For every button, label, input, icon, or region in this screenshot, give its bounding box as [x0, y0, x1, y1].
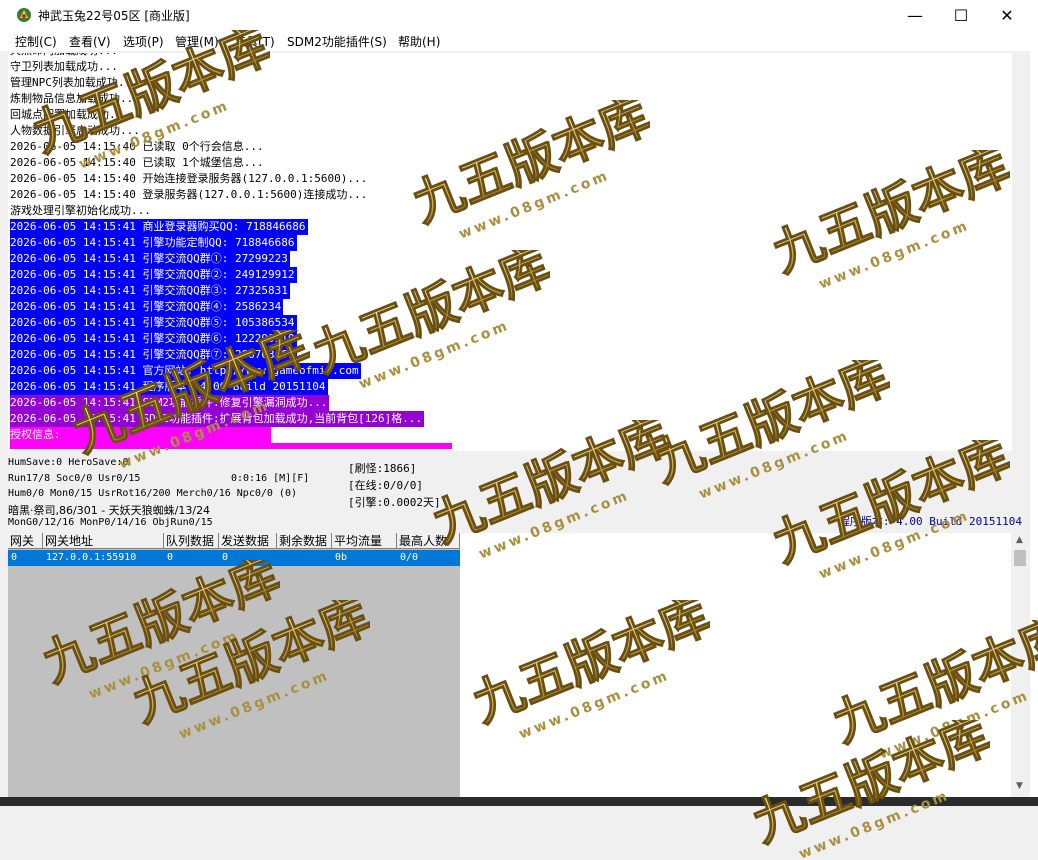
status-save: HumSave:0 HeroSave:0 — [8, 457, 129, 468]
table-scroll-down-icon[interactable]: ▼ — [1011, 781, 1028, 791]
log-line: 2026-06-05 14:15:41 SDM2功能插件:修复引擎漏洞成功... — [10, 395, 330, 411]
title-bar[interactable]: 神武玉兔22号05区 [商业版] — ☐ ✕ — [0, 0, 1030, 31]
log-panel[interactable]: 天然命内加载成功...守卫列表加载成功...管理NPC列表加载成功...炼制物品… — [8, 53, 1012, 451]
cell-max-users: 0/0 — [397, 550, 460, 566]
log-line: 2026-06-05 14:15:41 引擎交流QQ群③: 27325831 — [10, 283, 290, 299]
minimize-button[interactable]: — — [892, 0, 938, 31]
menu-options[interactable]: 选项(P) — [123, 33, 164, 50]
gate-grid — [8, 533, 459, 797]
header-send-data[interactable]: 发送数据 — [219, 533, 277, 549]
table-scrollbar[interactable]: ▲ ▼ — [1011, 533, 1028, 797]
log-line — [10, 443, 452, 449]
status-mon: MonG0/12/16 MonP0/14/16 ObjRun0/15 — [8, 517, 213, 528]
menu-help[interactable]: 帮助(H) — [398, 33, 440, 50]
header-avg-traffic[interactable]: 平均流量 — [332, 533, 397, 549]
log-line: 2026-06-05 14:15:40 已读取 0个行会信息... — [10, 140, 264, 153]
status-monster: 暗黑·祭司,86/301 - 天妖天狼蜘蛛/13/24 — [8, 504, 211, 517]
log-line: 2026-06-05 14:15:40 开始连接登录服务器(127.0.0.1:… — [10, 172, 368, 185]
status-panel: HumSave:0 HeroSave:0 Run17/8 Soc0/0 Usr0… — [8, 454, 1028, 531]
taskbar-edge — [0, 797, 1038, 806]
menu-view[interactable]: 查看(V) — [69, 33, 111, 50]
status-counts: Hum0/0 Mon0/15 UsrRot16/200 Merch0/16 Np… — [8, 488, 297, 499]
table-scroll-thumb[interactable] — [1014, 550, 1026, 566]
program-version: 程序版本: 4.00 Build 20151104 — [838, 515, 1022, 528]
maximize-button[interactable]: ☐ — [938, 0, 984, 31]
log-line: 2026-06-05 14:15:41 引擎交流QQ群②: 249129912 — [10, 267, 297, 283]
log-line: 2026-06-05 14:15:41 官方网站: http://www.gam… — [10, 363, 361, 379]
menu-bar: 控制(C) 查看(V) 选项(P) 管理(M) 工具(T) SDM2功能插件(S… — [0, 31, 1030, 51]
log-line: 2026-06-05 14:15:41 SDM2功能插件:扩展背包加载成功,当前… — [10, 411, 425, 427]
header-queue-data[interactable]: 队列数据 — [164, 533, 219, 549]
online-count: [在线:0/0/0] — [348, 479, 423, 492]
menu-control[interactable]: 控制(C) — [15, 33, 57, 50]
log-line: 人物数据引擎启动成功... — [10, 124, 140, 137]
log-line: 授权信息: — [10, 427, 271, 443]
header-max-users[interactable]: 最高人数 — [397, 533, 460, 549]
log-line: 2026-06-05 14:15:41 程序版本: 4.00 Build 201… — [10, 379, 328, 395]
menu-sdm2-plugin[interactable]: SDM2功能插件(S) — [287, 33, 387, 50]
app-logo-icon — [17, 8, 31, 22]
window-title: 神武玉兔22号05区 [商业版] — [38, 9, 190, 23]
background-window-edge — [1030, 0, 1038, 806]
log-line: 2026-06-05 14:15:40 已读取 1个城堡信息... — [10, 156, 264, 169]
cell-gate: 0 — [8, 550, 43, 566]
log-line: 回城点配置加载成功... — [10, 108, 129, 121]
table-scroll-up-icon[interactable]: ▲ — [1011, 535, 1028, 545]
log-line: 2026-06-05 14:15:41 引擎交流QQ群⑤: 105386534 — [10, 315, 297, 331]
menu-manage[interactable]: 管理(M) — [175, 33, 219, 50]
cell-send-data: 0 — [219, 550, 277, 566]
refresh-count: [刷怪:1866] — [348, 462, 417, 475]
status-run: Run17/8 Soc0/0 Usr0/15 — [8, 473, 141, 484]
header-gate-address[interactable]: 网关地址 — [43, 533, 164, 549]
log-line: 2026-06-05 14:15:41 引擎交流QQ群④: 2586234 — [10, 299, 284, 315]
log-line: 游戏处理引擎初始化成功... — [10, 204, 151, 217]
log-line: 2026-06-05 14:15:41 引擎功能定制QQ: 718846686 — [10, 235, 297, 251]
menu-tools[interactable]: 工具(T) — [234, 33, 275, 50]
cell-avg-traffic: 0b — [332, 550, 397, 566]
cell-remaining-data — [277, 550, 332, 566]
log-line: 管理NPC列表加载成功... — [10, 76, 138, 89]
header-remaining-data[interactable]: 剩余数据 — [277, 533, 332, 549]
log-line: 炼制物品信息加载成功... — [10, 92, 140, 105]
engine-days: [引擎:0.0002天] — [348, 496, 441, 509]
cell-gate-address: 127.0.0.1:55910 — [43, 550, 164, 566]
cell-queue-data: 0 — [164, 550, 219, 566]
log-line: 2026-06-05 14:15:40 登录服务器(127.0.0.1:5600… — [10, 188, 368, 201]
status-timer: 0:0:16 [M][F] — [231, 473, 310, 484]
close-button[interactable]: ✕ — [984, 0, 1030, 31]
log-line: 2026-06-05 14:15:41 引擎交流QQ群⑦: 286703001 — [10, 347, 297, 363]
log-line: 2026-06-05 14:15:41 引擎交流QQ群①: 27299223 — [10, 251, 290, 267]
header-gate[interactable]: 网关 — [8, 533, 43, 549]
gate-table[interactable]: 网关 网关地址 队列数据 发送数据 剩余数据 平均流量 最高人数 0 127.0… — [8, 533, 1028, 797]
log-line: 守卫列表加载成功... — [10, 60, 118, 73]
log-line: 2026-06-05 14:15:41 商业登录器购买QQ: 718846686 — [10, 219, 308, 235]
log-line: 2026-06-05 14:15:41 引擎交流QQ群⑥: 122299510 — [10, 331, 297, 347]
app-window: 神武玉兔22号05区 [商业版] — ☐ ✕ 控制(C) 查看(V) 选项(P)… — [0, 0, 1031, 806]
